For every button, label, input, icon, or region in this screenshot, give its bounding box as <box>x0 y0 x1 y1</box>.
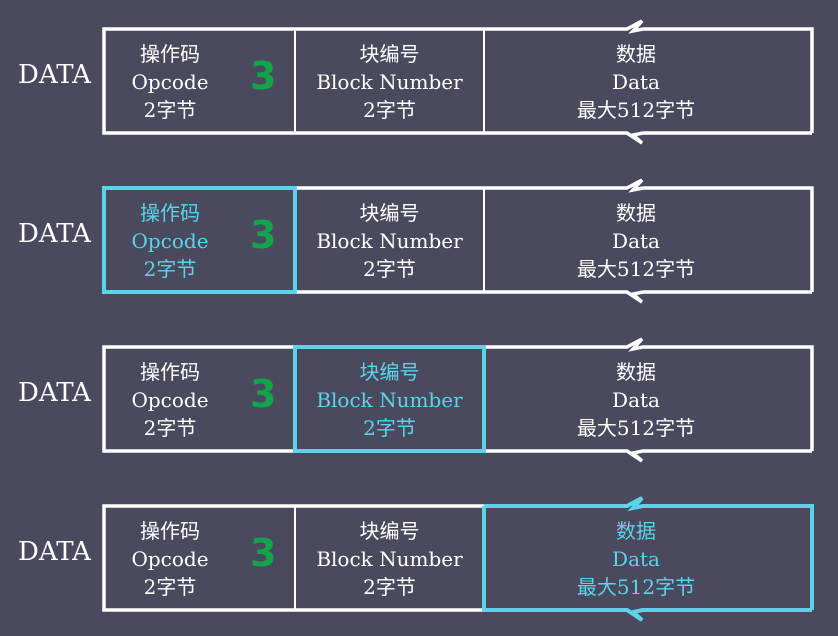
data-field: 数据 Data 最大512字节 <box>484 187 788 295</box>
opcode-field: 操作码 Opcode 2字节 <box>104 346 236 454</box>
block-number-field: 块编号 Block Number 2字节 <box>295 505 484 613</box>
data-field-name: 数据 <box>616 360 656 384</box>
data-field: 数据 Data 最大512字节 <box>484 505 788 613</box>
packet-row: DATA 操作码 Opcode 2字节 块编号 Block Number 2字节 数据 Data… <box>0 178 838 304</box>
data-field-size: 最大512字节 <box>576 575 696 599</box>
data-field-size: 最大512字节 <box>576 98 696 122</box>
opcode-field-english-name: Opcode <box>131 229 209 253</box>
block-number-field-english-name: Block Number <box>316 70 463 94</box>
opcode-field-size: 2字节 <box>143 257 197 281</box>
opcode-field-name: 操作码 <box>140 519 200 543</box>
data-field-english-name: Data <box>612 547 660 571</box>
data-field-english-name: Data <box>612 229 660 253</box>
opcode-field: 操作码 Opcode 2字节 <box>104 28 236 136</box>
opcode-value: 3 <box>250 54 277 98</box>
block-number-field: 块编号 Block Number 2字节 <box>295 187 484 295</box>
opcode-field-english-name: Opcode <box>131 388 209 412</box>
block-number-field-size: 2字节 <box>363 575 416 599</box>
block-number-field-name: 块编号 <box>359 519 420 543</box>
block-number-field-english-name: Block Number <box>316 388 463 412</box>
packet-row: DATA 操作码 Opcode 2字节 块编号 Block Number 2字节 数据 Data… <box>0 19 838 145</box>
data-field: 数据 Data 最大512字节 <box>484 346 788 454</box>
data-field-name: 数据 <box>616 519 656 543</box>
opcode-field-name: 操作码 <box>140 42 200 66</box>
data-field: 数据 Data 最大512字节 <box>484 28 788 136</box>
data-field-name: 数据 <box>616 201 656 225</box>
block-number-field-name: 块编号 <box>359 201 420 225</box>
packet-row: DATA 操作码 Opcode 2字节 块编号 Block Number 2字节 数据 Data… <box>0 496 838 622</box>
block-number-field-size: 2字节 <box>363 98 416 122</box>
opcode-value: 3 <box>250 213 277 257</box>
opcode-field: 操作码 Opcode 2字节 <box>104 505 236 613</box>
block-number-field-size: 2字节 <box>363 257 416 281</box>
block-number-field-name: 块编号 <box>359 360 420 384</box>
data-field-english-name: Data <box>612 70 660 94</box>
opcode-field-name: 操作码 <box>140 360 200 384</box>
opcode-field-name: 操作码 <box>140 201 200 225</box>
opcode-field-english-name: Opcode <box>131 547 209 571</box>
data-field-english-name: Data <box>612 388 660 412</box>
block-number-field-english-name: Block Number <box>316 229 463 253</box>
opcode-field-size: 2字节 <box>143 416 197 440</box>
block-number-field: 块编号 Block Number 2字节 <box>295 28 484 136</box>
packet-row: DATA 操作码 Opcode 2字节 块编号 Block Number 2字节 数据 Data… <box>0 337 838 463</box>
data-field-size: 最大512字节 <box>576 416 696 440</box>
opcode-field-size: 2字节 <box>143 98 197 122</box>
opcode-field: 操作码 Opcode 2字节 <box>104 187 236 295</box>
block-number-field: 块编号 Block Number 2字节 <box>295 346 484 454</box>
block-number-field-name: 块编号 <box>359 42 420 66</box>
opcode-value: 3 <box>250 372 277 416</box>
data-field-name: 数据 <box>616 42 656 66</box>
data-field-size: 最大512字节 <box>576 257 696 281</box>
opcode-field-size: 2字节 <box>143 575 197 599</box>
opcode-value: 3 <box>250 531 277 575</box>
opcode-field-english-name: Opcode <box>131 70 209 94</box>
block-number-field-english-name: Block Number <box>316 547 463 571</box>
block-number-field-size: 2字节 <box>363 416 416 440</box>
